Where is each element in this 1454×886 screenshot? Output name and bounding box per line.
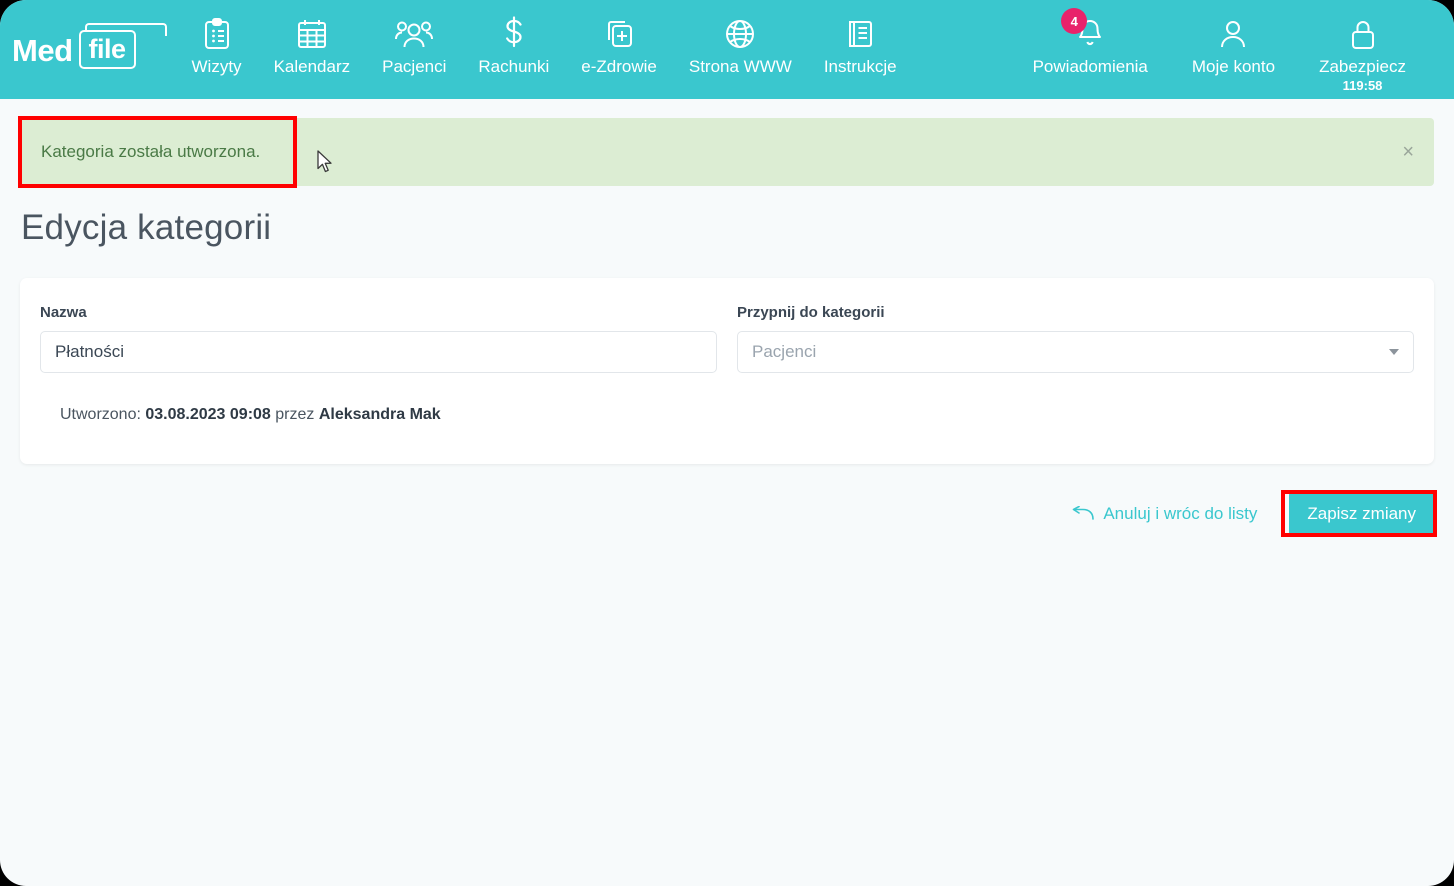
- chevron-down-icon: [1389, 349, 1399, 355]
- brand-logo[interactable]: Med file: [12, 23, 167, 76]
- lock-icon: [1348, 14, 1378, 54]
- top-navigation-bar: Med file Wizyty Kalendarz Pacjenci Rachu…: [0, 0, 1454, 99]
- nav-item-label: Zabezpiecz: [1319, 57, 1406, 76]
- field-przypnij-do-kategorii: Przypnij do kategorii Pacjenci: [737, 304, 1414, 373]
- clipboard-icon: [202, 14, 232, 54]
- nav-item-powiadomienia[interactable]: 4 Powiadomienia: [1011, 8, 1170, 77]
- nav-item-rachunki[interactable]: Rachunki: [462, 14, 565, 77]
- brand-logo-med: Med: [12, 32, 73, 68]
- medical-file-icon: [603, 14, 635, 54]
- session-timer: 119:58: [1342, 78, 1383, 93]
- created-middle: przez: [275, 406, 315, 423]
- close-icon[interactable]: ×: [1402, 142, 1414, 162]
- created-prefix: Utworzono:: [60, 406, 141, 423]
- nav-item-label: e-Zdrowie: [581, 57, 657, 76]
- globe-icon: [724, 14, 756, 54]
- form-fields-row: Nazwa Przypnij do kategorii Pacjenci: [20, 278, 1434, 373]
- nav-item-zabezpiecz[interactable]: Zabezpiecz 119:58: [1297, 14, 1428, 93]
- primary-nav-items: Wizyty Kalendarz Pacjenci Rachunki e-Zdr…: [176, 14, 913, 77]
- book-icon: [845, 14, 875, 54]
- cancel-link-label: Anuluj i wróc do listy: [1103, 504, 1258, 523]
- nav-item-label: Instrukcje: [823, 57, 897, 76]
- created-info: Utworzono: 03.08.2023 09:08 przez Aleksa…: [60, 406, 441, 424]
- nav-item-label: Wizyty: [191, 57, 242, 76]
- nav-item-strona-www[interactable]: Strona WWW: [673, 14, 808, 77]
- nav-item-label: Kalendarz: [273, 57, 351, 76]
- created-author: Aleksandra Mak: [318, 406, 441, 423]
- name-input[interactable]: [40, 331, 717, 373]
- alert-message: Kategoria została utworzona.: [41, 142, 261, 161]
- field-nazwa: Nazwa: [40, 304, 717, 373]
- brand-logo-file: file: [78, 30, 136, 70]
- success-alert: Kategoria została utworzona. ×: [20, 118, 1434, 186]
- brand-logo-file-wrap: file: [78, 23, 167, 70]
- parent-category-select[interactable]: Pacjenci: [737, 331, 1414, 373]
- nav-item-instrukcje[interactable]: Instrukcje: [808, 14, 913, 77]
- nav-item-kalendarz[interactable]: Kalendarz: [258, 14, 367, 77]
- nav-item-e-zdrowie[interactable]: e-Zdrowie: [565, 14, 673, 77]
- secondary-nav-items: 4 Powiadomienia Moje konto Zabezpiecz 11…: [1011, 8, 1428, 93]
- app-window: Med file Wizyty Kalendarz Pacjenci Rachu…: [0, 0, 1454, 886]
- dollar-icon: [501, 14, 527, 54]
- nav-item-label: Rachunki: [478, 57, 550, 76]
- created-datetime: 03.08.2023 09:08: [145, 406, 271, 423]
- calendar-icon: [296, 14, 328, 54]
- save-button[interactable]: Zapisz zmiany: [1289, 492, 1434, 536]
- category-edit-card: Nazwa Przypnij do kategorii Pacjenci Utw…: [20, 278, 1434, 464]
- nav-item-pacjenci[interactable]: Pacjenci: [366, 14, 462, 77]
- field-label-przypnij: Przypnij do kategorii: [737, 304, 885, 321]
- nav-item-label: Powiadomienia: [1032, 57, 1148, 76]
- page-title: Edycja kategorii: [21, 208, 272, 247]
- users-icon: [395, 14, 434, 54]
- cancel-and-back-link[interactable]: Anuluj i wróc do listy: [1072, 504, 1257, 524]
- arrow-back-icon: [1072, 506, 1095, 522]
- parent-category-selected-value: Pacjenci: [752, 342, 817, 361]
- person-icon: [1218, 14, 1248, 54]
- form-actions: Anuluj i wróc do listy Zapisz zmiany: [1072, 492, 1434, 536]
- field-label-nazwa: Nazwa: [40, 304, 87, 321]
- nav-item-wizyty[interactable]: Wizyty: [176, 14, 258, 77]
- nav-item-label: Moje konto: [1191, 57, 1276, 76]
- bell-icon: 4: [1061, 8, 1105, 54]
- nav-item-moje-konto[interactable]: Moje konto: [1170, 14, 1297, 77]
- nav-item-label: Pacjenci: [382, 57, 447, 76]
- nav-item-label: Strona WWW: [688, 57, 792, 76]
